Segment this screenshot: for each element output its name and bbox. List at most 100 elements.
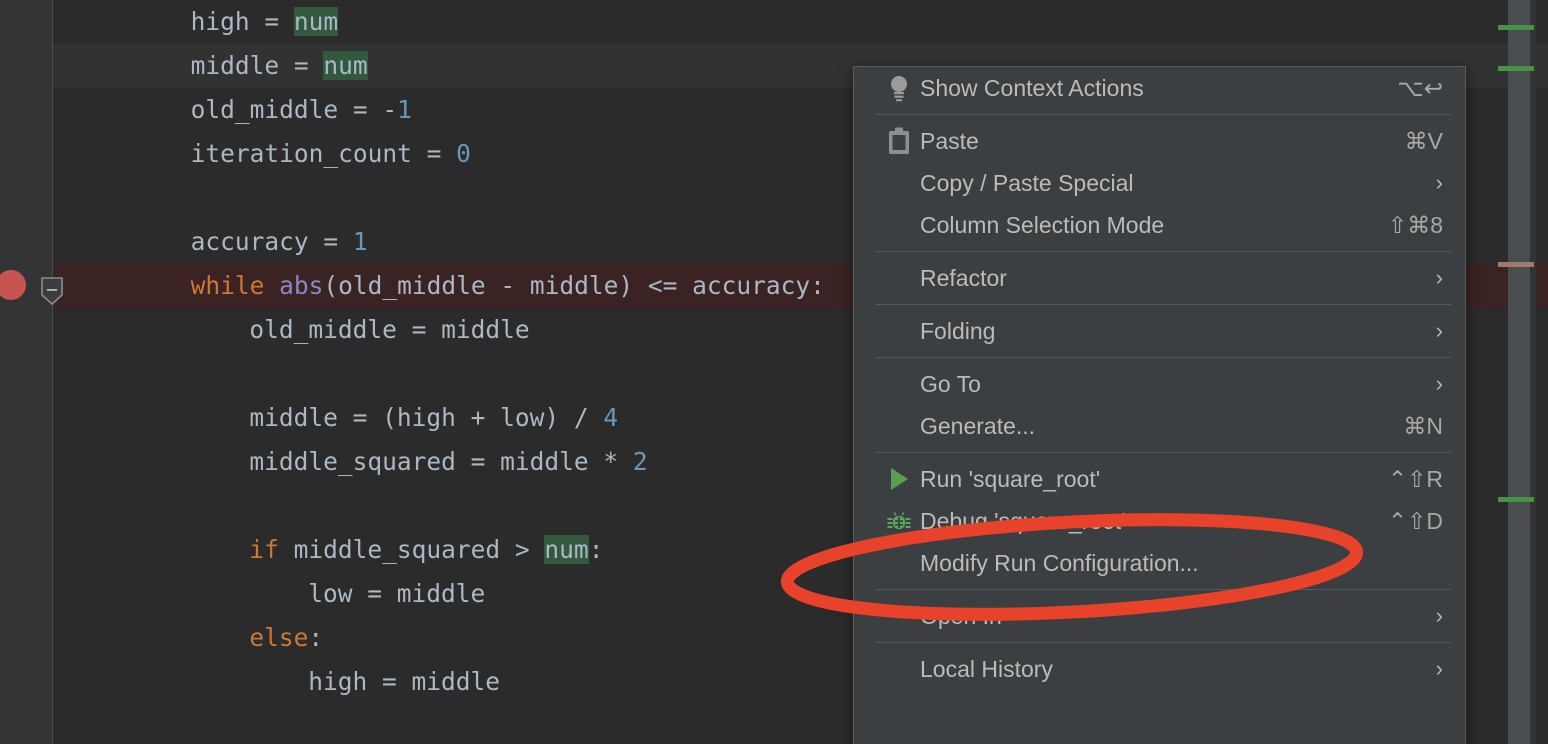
search-result-marker[interactable] (1498, 497, 1534, 502)
code-token: while (191, 271, 280, 300)
code-token: 0 (456, 139, 471, 168)
code-token: 4 (603, 403, 618, 432)
code-token: old_middle = - (191, 95, 398, 124)
code-token: middle_squared = middle * (249, 447, 633, 476)
chevron-right-icon: › (1418, 656, 1443, 682)
search-result-marker[interactable] (1498, 66, 1534, 71)
code-line[interactable]: while abs(old_middle - middle) <= accura… (53, 264, 825, 308)
code-line[interactable]: middle = (high + low) / 4 (53, 396, 618, 440)
menu-item-run-square-root[interactable]: Run 'square_root'⌃⇧R (854, 458, 1465, 500)
code-line[interactable] (53, 484, 73, 528)
menu-item-open-in[interactable]: Open In› (854, 595, 1465, 637)
code-token: (old_middle - middle) <= accuracy: (323, 271, 825, 300)
menu-item-paste[interactable]: Paste⌘V (854, 120, 1465, 162)
code-line[interactable]: high = num (53, 0, 338, 44)
ide-window: high = nummiddle = numold_middle = -1ite… (0, 0, 1548, 744)
code-token: middle = (191, 51, 324, 80)
run-play-icon (878, 466, 920, 492)
debug-bug-icon (878, 508, 920, 534)
code-fold-collapse-icon[interactable] (41, 277, 63, 305)
code-line[interactable]: high = middle (53, 660, 500, 704)
menu-item-refactor[interactable]: Refactor› (854, 257, 1465, 299)
menu-separator (876, 357, 1451, 358)
menu-item-label: Folding (920, 318, 1418, 345)
search-result-marker[interactable] (1498, 25, 1534, 30)
menu-item-show-context-actions[interactable]: Show Context Actions⌥↩ (854, 67, 1465, 109)
code-token: 1 (353, 227, 368, 256)
chevron-right-icon: › (1418, 265, 1443, 291)
scrollbar-track-edge (1530, 0, 1536, 744)
code-line[interactable]: accuracy = 1 (53, 220, 368, 264)
menu-item-label: Open In (920, 603, 1418, 630)
menu-item-label: Go To (920, 371, 1418, 398)
editor-context-menu[interactable]: Show Context Actions⌥↩Paste⌘VCopy / Past… (853, 66, 1466, 744)
menu-item-label: Show Context Actions (920, 75, 1379, 102)
menu-item-shortcut: ⌘N (1385, 413, 1443, 440)
editor-gutter[interactable] (0, 0, 52, 744)
code-line[interactable]: low = middle (53, 572, 485, 616)
menu-item-shortcut: ⇧⌘8 (1370, 212, 1443, 239)
menu-item-modify-run-configuration[interactable]: Modify Run Configuration... (854, 542, 1465, 584)
menu-item-label: Paste (920, 128, 1387, 155)
menu-separator (876, 589, 1451, 590)
chevron-right-icon: › (1418, 603, 1443, 629)
code-token: abs (279, 271, 323, 300)
code-line[interactable]: old_middle = middle (53, 308, 530, 352)
search-match-highlight: num (294, 7, 338, 36)
menu-item-label: Column Selection Mode (920, 212, 1370, 239)
code-line[interactable]: old_middle = -1 (53, 88, 412, 132)
vertical-scrollbar-thumb[interactable] (1508, 0, 1530, 744)
menu-item-column-selection-mode[interactable]: Column Selection Mode⇧⌘8 (854, 204, 1465, 246)
menu-item-label: Debug 'square_root' (920, 508, 1370, 535)
code-token: 1 (397, 95, 412, 124)
code-token: low = middle (308, 579, 485, 608)
clipboard-icon (878, 127, 920, 155)
code-token: : (308, 623, 323, 652)
search-match-highlight: num (323, 51, 367, 80)
menu-item-copy-paste-special[interactable]: Copy / Paste Special› (854, 162, 1465, 204)
code-token: high = (191, 7, 294, 36)
search-match-highlight: num (544, 535, 588, 564)
menu-item-shortcut: ⌥↩ (1379, 75, 1443, 102)
menu-item-folding[interactable]: Folding› (854, 310, 1465, 352)
code-token: else (249, 623, 308, 652)
code-line[interactable]: middle = num (53, 44, 368, 88)
menu-item-label: Local History (920, 656, 1418, 683)
menu-item-generate[interactable]: Generate...⌘N (854, 405, 1465, 447)
menu-item-debug-square-root[interactable]: Debug 'square_root'⌃⇧D (854, 500, 1465, 542)
menu-separator (876, 642, 1451, 643)
menu-item-label: Refactor (920, 265, 1418, 292)
menu-item-label: Generate... (920, 413, 1385, 440)
menu-separator (876, 452, 1451, 453)
code-token: middle = (high + low) / (249, 403, 603, 432)
menu-item-label: Run 'square_root' (920, 466, 1370, 493)
editor-marker-bar[interactable] (1490, 0, 1548, 744)
chevron-right-icon: › (1418, 170, 1443, 196)
code-token: iteration_count = (191, 139, 457, 168)
code-token: accuracy = (191, 227, 353, 256)
code-token: 2 (633, 447, 648, 476)
menu-item-label: Modify Run Configuration... (920, 550, 1443, 577)
gutter-divider (52, 0, 53, 744)
menu-item-local-history[interactable]: Local History› (854, 648, 1465, 690)
code-line[interactable] (53, 176, 73, 220)
menu-item-shortcut: ⌃⇧D (1370, 508, 1443, 535)
menu-item-shortcut: ⌘V (1387, 128, 1443, 155)
code-line[interactable] (53, 352, 73, 396)
lightbulb-icon (878, 74, 920, 102)
menu-separator (876, 114, 1451, 115)
menu-separator (876, 304, 1451, 305)
code-token: : (589, 535, 604, 564)
chevron-right-icon: › (1418, 318, 1443, 344)
menu-item-go-to[interactable]: Go To› (854, 363, 1465, 405)
menu-item-shortcut: ⌃⇧R (1370, 466, 1443, 493)
menu-item-label: Copy / Paste Special (920, 170, 1418, 197)
chevron-right-icon: › (1418, 371, 1443, 397)
code-token: middle_squared > (294, 535, 545, 564)
code-line[interactable]: if middle_squared > num: (53, 528, 603, 572)
menu-separator (876, 251, 1451, 252)
code-line[interactable]: else: (53, 616, 323, 660)
code-line[interactable]: middle_squared = middle * 2 (53, 440, 648, 484)
code-line[interactable]: iteration_count = 0 (53, 132, 471, 176)
breakpoint-line-marker[interactable] (1498, 262, 1534, 267)
